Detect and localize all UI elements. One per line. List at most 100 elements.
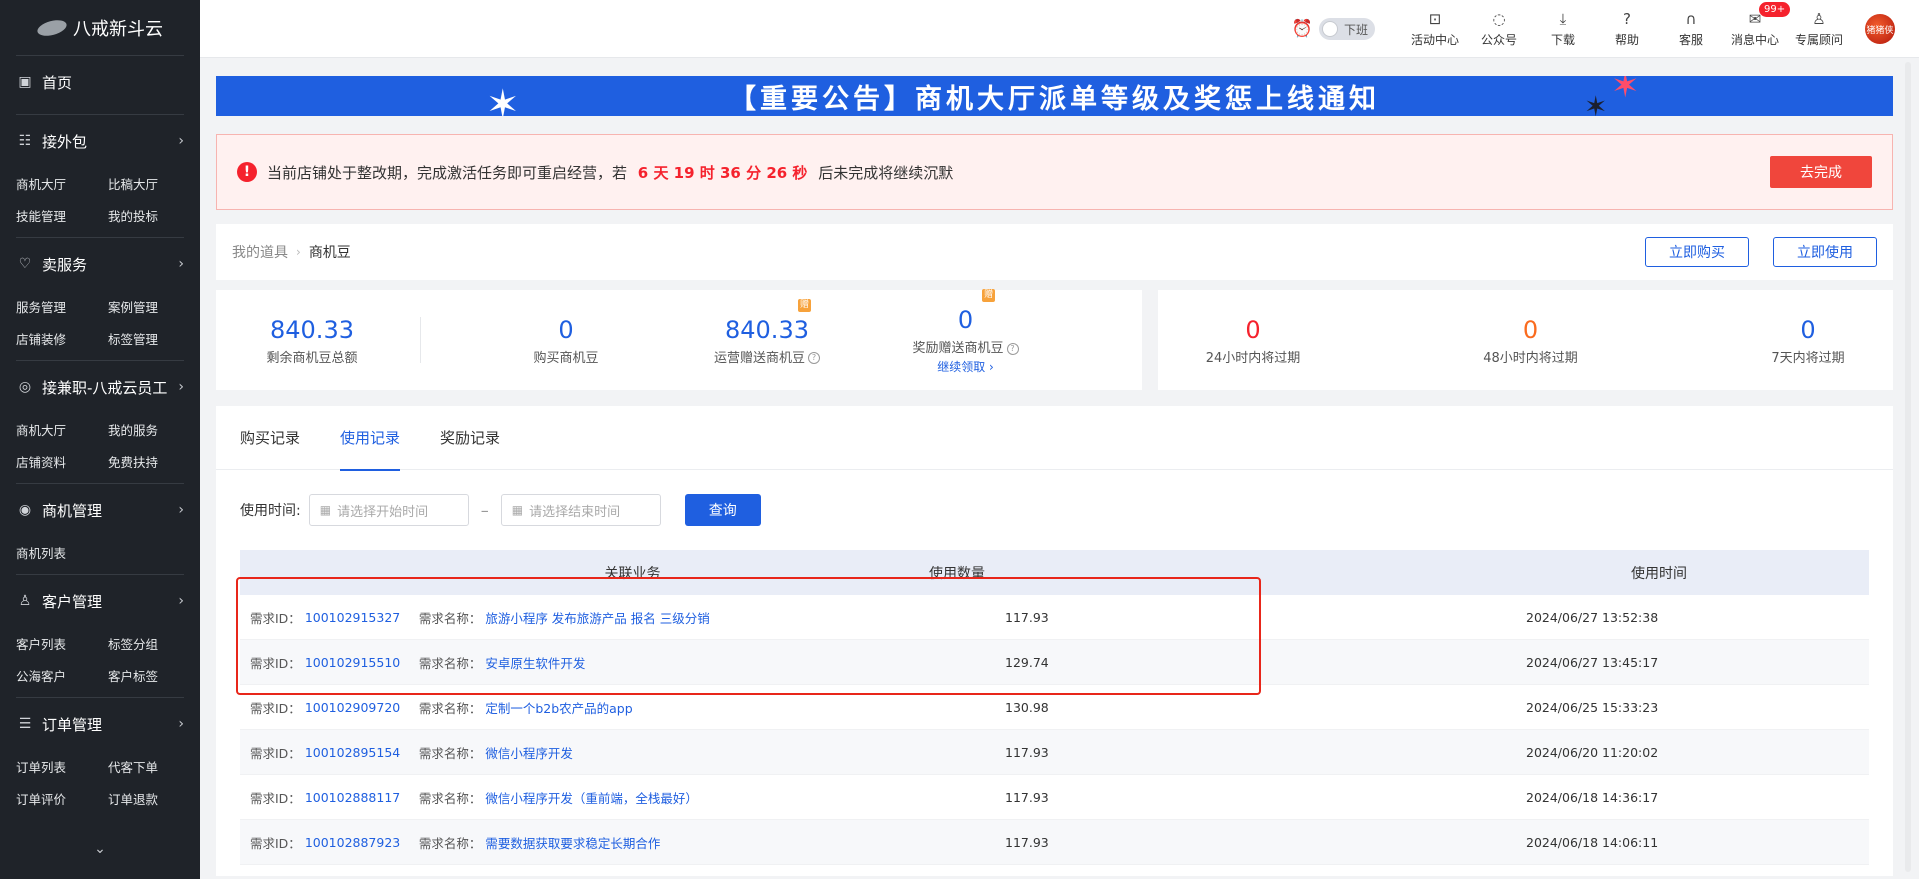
sidebar-subitem[interactable]: 我的服务 bbox=[108, 413, 200, 445]
buy-now-button[interactable]: 立即购买 bbox=[1645, 237, 1749, 267]
nav-parttime: ◎ 接兼职-八戒云员工 › 商机大厅 我的服务 店铺资料 免费扶持 bbox=[16, 361, 184, 484]
topbar-download[interactable]: ⤓ 下载 bbox=[1531, 10, 1595, 48]
tab-purchase-records[interactable]: 购买记录 bbox=[240, 406, 300, 470]
topbar-wechat[interactable]: ◌ 公众号 bbox=[1467, 10, 1531, 48]
sidebar-item-parttime[interactable]: ◎ 接兼职-八戒云员工 › bbox=[16, 361, 184, 413]
sidebar-item-orders[interactable]: ☰ 订单管理 › bbox=[16, 698, 184, 750]
warning-icon: ! bbox=[237, 162, 257, 182]
demand-name-link[interactable]: 安卓原生软件开发 bbox=[485, 653, 585, 672]
table-row[interactable]: 需求ID： 100102888117 需求名称： 微信小程序开发（重前端，全栈最好） 1… bbox=[240, 775, 1869, 820]
topbar-help[interactable]: ? 帮助 bbox=[1595, 10, 1659, 48]
help-icon[interactable]: ? bbox=[1006, 342, 1019, 355]
headset-icon: ∩ bbox=[1685, 10, 1697, 28]
sidebar-subitem[interactable]: 客户标签 bbox=[108, 659, 200, 691]
stat-ops: 840.33 赠 运营赠送商机豆? bbox=[711, 298, 823, 366]
demand-name-link[interactable]: 需要数据获取要求稳定长期合作 bbox=[485, 833, 660, 852]
topbar-service[interactable]: ∩ 客服 bbox=[1659, 10, 1723, 48]
demand-id-link[interactable]: 100102909720 bbox=[305, 700, 401, 715]
announcement-banner[interactable]: ✶ 【重要公告】商机大厅派单等级及奖惩上线通知 ✶ ✶ bbox=[216, 76, 1893, 116]
sidebar-item-label: 接兼职-八戒云员工 bbox=[42, 378, 168, 397]
demand-name-link[interactable]: 定制一个b2b农产品的app bbox=[485, 698, 632, 717]
topbar-activity[interactable]: ⊡ 活动中心 bbox=[1403, 10, 1467, 48]
table-row[interactable]: 需求ID： 100102895154 需求名称： 微信小程序开发 117.93 2024/… bbox=[240, 730, 1869, 775]
stat-value: 0赠 bbox=[957, 289, 996, 335]
sidebar-subitem[interactable]: 商机大厅 bbox=[16, 167, 108, 199]
usage-time: 2024/06/27 13:45:17 bbox=[1526, 655, 1659, 670]
sidebar-subitem[interactable]: 订单列表 bbox=[16, 750, 108, 782]
table-row[interactable]: 需求ID： 100102909720 需求名称： 定制一个b2b农产品的app 130.… bbox=[240, 685, 1869, 730]
stat-value: 840.33 赠 bbox=[725, 298, 811, 345]
banner-decoration-icon: ✶ bbox=[1584, 90, 1612, 116]
stat-value-text: 840.33 bbox=[725, 315, 809, 344]
name-key: 需求名称： bbox=[418, 835, 482, 851]
help-icon: ? bbox=[1623, 10, 1631, 28]
sidebar-subitem[interactable]: 商机列表 bbox=[16, 536, 108, 568]
table-row[interactable]: 需求ID： 100102887923 需求名称： 需要数据获取要求稳定长期合作 117.… bbox=[240, 820, 1869, 865]
demand-name-link[interactable]: 微信小程序开发 bbox=[485, 743, 573, 762]
sidebar-subitem[interactable]: 店铺资料 bbox=[16, 445, 108, 477]
demand-name-link[interactable]: 微信小程序开发（重前端，全栈最好） bbox=[485, 788, 698, 807]
sidebar-subitem[interactable]: 客户列表 bbox=[16, 627, 108, 659]
sidebar-item-customers[interactable]: ♙ 客户管理 › bbox=[16, 575, 184, 627]
demand-id-link[interactable]: 100102888117 bbox=[305, 790, 401, 805]
sidebar-subitem[interactable]: 店铺装修 bbox=[16, 322, 108, 354]
sidebar-subitem[interactable]: 订单评价 bbox=[16, 782, 108, 814]
topbar-messages[interactable]: ✉ 99+ 消息中心 bbox=[1723, 2, 1791, 48]
sidebar-subitem[interactable]: 案例管理 bbox=[108, 290, 200, 322]
breadcrumb-parent[interactable]: 我的道具 bbox=[232, 242, 288, 262]
end-date-input[interactable]: ▦ 请选择结束时间 bbox=[500, 494, 661, 526]
usage-table: 关联业务 使用数量 使用时间 需求ID： 100102915327 需求名称： 旅游小… bbox=[240, 550, 1869, 865]
id-key: 需求ID： bbox=[250, 610, 301, 626]
complete-button[interactable]: 去完成 bbox=[1770, 156, 1872, 188]
sidebar-subitem[interactable]: 技能管理 bbox=[16, 199, 108, 231]
sidebar-subitem[interactable]: 订单退款 bbox=[108, 782, 200, 814]
demand-id-link[interactable]: 100102915510 bbox=[305, 655, 401, 670]
page-scrollbar[interactable] bbox=[1905, 62, 1911, 872]
offwork-toggle[interactable]: 下班 bbox=[1319, 18, 1375, 40]
table-row[interactable]: 需求ID： 100102915510 需求名称： 安卓原生软件开发 129.74 2024… bbox=[240, 640, 1869, 685]
id-key: 需求ID： bbox=[250, 655, 301, 671]
target-icon: ◉ bbox=[18, 502, 32, 518]
chevron-double-down-icon[interactable]: ⌄ bbox=[0, 841, 200, 857]
usage-qty: 117.93 bbox=[1005, 610, 1049, 625]
start-date-input[interactable]: ▦ 请选择开始时间 bbox=[308, 494, 469, 526]
user-icon: ♙ bbox=[18, 593, 32, 609]
avatar[interactable]: 猪猪侠 bbox=[1865, 14, 1895, 44]
sidebar-subitem[interactable]: 标签分组 bbox=[108, 627, 200, 659]
stat-label-text: 奖励赠送商机豆 bbox=[912, 341, 1004, 356]
query-button[interactable]: 查询 bbox=[684, 494, 761, 526]
nav-orders: ☰ 订单管理 › 订单列表 代客下单 订单评价 订单退款 bbox=[16, 698, 184, 820]
demand-id-link[interactable]: 100102915327 bbox=[305, 610, 401, 625]
sidebar-subitem[interactable]: 免费扶持 bbox=[108, 445, 200, 477]
use-now-button[interactable]: 立即使用 bbox=[1773, 237, 1877, 267]
help-icon[interactable]: ? bbox=[808, 352, 820, 364]
sidebar-subitem[interactable]: 商机大厅 bbox=[16, 413, 108, 445]
topbar-advisor[interactable]: ♙ 专属顾问 bbox=[1787, 10, 1851, 48]
alert-prefix: 当前店铺处于整改期，完成激活任务即可重启经营，若 bbox=[267, 163, 628, 182]
sidebar-subitem[interactable]: 标签管理 bbox=[108, 322, 200, 354]
logo-text: 八戒新斗云 bbox=[73, 18, 163, 40]
topbar-label: 下载 bbox=[1550, 33, 1575, 47]
sidebar-subitem[interactable]: 服务管理 bbox=[16, 290, 108, 322]
sidebar-item-leads[interactable]: ◉ 商机管理 › bbox=[16, 484, 184, 536]
id-key: 需求ID： bbox=[250, 700, 301, 716]
stat-value-text: 0 bbox=[957, 306, 974, 334]
logo[interactable]: 八戒新斗云 bbox=[16, 0, 184, 56]
sidebar-subitem[interactable]: 公海客户 bbox=[16, 659, 108, 691]
chevron-right-icon: › bbox=[178, 256, 184, 272]
sidebar-subitem[interactable]: 我的投标 bbox=[108, 199, 200, 231]
continue-claim-link[interactable]: 继续领取 › bbox=[937, 358, 994, 375]
sidebar-item-services[interactable]: ♡ 卖服务 › bbox=[16, 238, 184, 290]
sidebar-subitem[interactable]: 代客下单 bbox=[108, 750, 200, 782]
sidebar-item-home[interactable]: ▣ 首页 bbox=[16, 56, 184, 108]
demand-id-link[interactable]: 100102895154 bbox=[305, 745, 401, 760]
demand-id-link[interactable]: 100102887923 bbox=[305, 835, 401, 850]
sidebar-item-outsource[interactable]: ☷ 接外包 › bbox=[16, 115, 184, 167]
table-row[interactable]: 需求ID： 100102915327 需求名称： 旅游小程序 发布旅游产品 报名 三级… bbox=[240, 595, 1869, 640]
doc-icon: ☰ bbox=[18, 716, 32, 732]
tab-reward-records[interactable]: 奖励记录 bbox=[440, 406, 500, 470]
sidebar-subitem[interactable]: 比稿大厅 bbox=[108, 167, 200, 199]
demand-name-link[interactable]: 旅游小程序 发布旅游产品 报名 三级分销 bbox=[485, 608, 709, 627]
usage-time: 2024/06/20 11:20:02 bbox=[1526, 745, 1659, 760]
tab-usage-records[interactable]: 使用记录 bbox=[340, 406, 401, 471]
